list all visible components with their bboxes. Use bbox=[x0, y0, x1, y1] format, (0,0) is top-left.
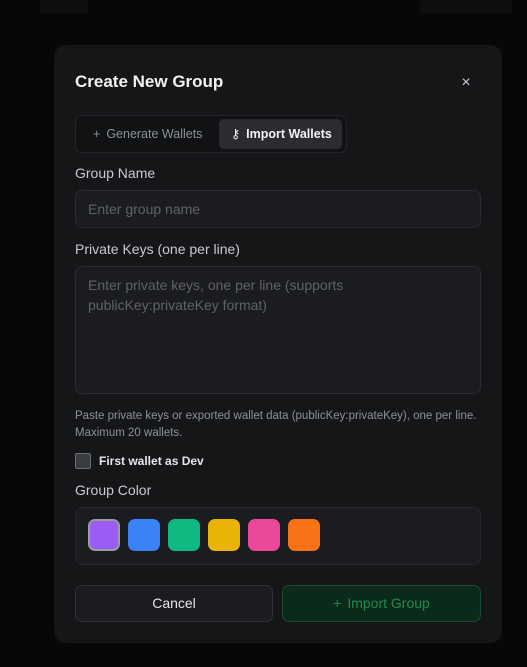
group-name-input[interactable] bbox=[75, 190, 481, 228]
color-swatch-purple[interactable] bbox=[88, 519, 120, 551]
color-swatch-orange[interactable] bbox=[288, 519, 320, 551]
key-icon: ⚷ bbox=[231, 127, 241, 141]
import-group-label: Import Group bbox=[347, 595, 430, 611]
backdrop-right-text bbox=[420, 0, 512, 14]
private-keys-textarea[interactable] bbox=[75, 266, 481, 394]
dev-checkbox[interactable] bbox=[75, 453, 91, 469]
cancel-button[interactable]: Cancel bbox=[75, 585, 273, 622]
wallet-mode-tabs: + Generate Wallets ⚷ Import Wallets bbox=[75, 115, 347, 153]
color-swatch-pink[interactable] bbox=[248, 519, 280, 551]
color-swatch-yellow[interactable] bbox=[208, 519, 240, 551]
plus-icon: + bbox=[333, 595, 342, 611]
plus-icon: + bbox=[93, 127, 101, 141]
tab-label: Generate Wallets bbox=[106, 127, 203, 141]
color-picker bbox=[75, 507, 481, 565]
tab-label: Import Wallets bbox=[246, 127, 332, 141]
modal-title: Create New Group bbox=[75, 72, 224, 91]
group-name-label: Group Name bbox=[75, 165, 156, 181]
private-keys-help: Paste private keys or exported wallet da… bbox=[75, 410, 477, 439]
color-swatch-green[interactable] bbox=[168, 519, 200, 551]
color-swatch-blue[interactable] bbox=[128, 519, 160, 551]
create-group-modal: Create New Group × + Generate Wallets ⚷ Im… bbox=[54, 45, 502, 643]
private-keys-label: Private Keys (one per line) bbox=[75, 241, 240, 257]
group-color-label: Group Color bbox=[75, 482, 152, 498]
import-group-button[interactable]: + Import Group bbox=[282, 585, 481, 622]
tab-import-wallets[interactable]: ⚷ Import Wallets bbox=[219, 119, 342, 149]
dev-checkbox-label: First wallet as Dev bbox=[99, 454, 204, 468]
tab-generate-wallets[interactable]: + Generate Wallets bbox=[81, 119, 215, 149]
backdrop-left-text bbox=[40, 0, 88, 14]
close-icon[interactable]: × bbox=[454, 73, 478, 93]
